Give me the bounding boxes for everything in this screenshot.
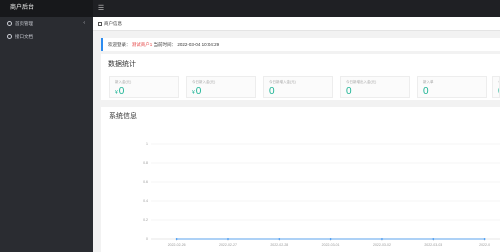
stat-card: 新入单 0 (417, 76, 487, 98)
sidebar-item-label: 首页管理 (15, 21, 33, 26)
data-point (175, 238, 178, 240)
stat-label: 新入金(元) (115, 80, 132, 84)
sidebar-item-label: 接口文档 (15, 34, 33, 39)
top-bar: 商户后台 ☰ (0, 0, 500, 17)
currency-symbol: ¥ (115, 90, 118, 96)
x-tick-label: 2022-03-03 (424, 243, 442, 247)
y-tick-label: 0.4 (143, 199, 148, 203)
data-point (227, 238, 229, 240)
stat-label: 新入单 (423, 80, 434, 84)
x-tick-label: 2022-02-27 (219, 243, 237, 247)
line-chart: 0 0.2 0.4 0.6 0.8 1 2022-02-26 2022-02-27 2022-0… (143, 142, 500, 247)
currency-symbol: ¥ (192, 90, 195, 96)
data-point (483, 238, 486, 240)
sidebar: 首页管理 ‹ 接口文档 (0, 17, 93, 252)
home-icon (7, 21, 12, 27)
stat-label: 今日新入金(元) (192, 80, 216, 84)
y-tick-label: 0.6 (143, 180, 148, 184)
stat-value: 0 (269, 86, 275, 97)
tab-bar: 商户信息 (93, 17, 500, 31)
data-point (432, 238, 435, 240)
welcome-prefix: 欢迎登录： (108, 42, 131, 47)
brand-title[interactable]: 商户后台 (0, 0, 93, 17)
home-icon (98, 21, 102, 26)
data-point (278, 238, 281, 240)
stat-value: 0 (195, 86, 202, 97)
stat-value: 0 (118, 86, 125, 97)
stat-value: 0 (346, 86, 352, 97)
x-tick-label: 2022-02-28 (270, 243, 288, 247)
y-tick-label: 0 (146, 237, 148, 241)
x-tick-label: 2022-0 (479, 243, 490, 247)
x-tick-label: 2022-03-01 (322, 243, 340, 247)
x-tick-label: 2022-02-26 (168, 243, 186, 247)
stats-panel: 数据统计 新入金(元) ¥0 今日新入金(元) ¥0 今日新增入金(元) 0 今… (101, 54, 500, 100)
stat-label: 今日新增入金(元) (269, 80, 296, 84)
stats-title: 数据统计 (108, 61, 136, 68)
current-time: 2022-03-04 10:04:29 (177, 42, 220, 47)
chart-panel: 系统信息 0 0.2 0.4 0.6 0.8 1 2022-02-26 2022-02-27 2… (101, 107, 500, 252)
stat-card: 今日新增出入金(元) 0 (340, 76, 410, 98)
x-tick-label: 2022-03-02 (373, 243, 391, 247)
time-label: 当前时间： (153, 42, 177, 47)
stat-card: 今日新增入金(元) 0 (263, 76, 333, 98)
y-tick-label: 1 (146, 142, 148, 146)
stat-value: 0 (423, 86, 429, 97)
stat-card: 新入金(元) ¥0 (109, 76, 179, 98)
data-point (381, 238, 383, 240)
tab-label: 商户信息 (104, 21, 122, 26)
menu-toggle-icon[interactable]: ☰ (96, 4, 106, 13)
stat-card: 今 0 (492, 76, 500, 98)
stat-label: 今日新增出入金(元) (346, 80, 377, 84)
data-point (329, 238, 332, 240)
stat-card: 今日新入金(元) ¥0 (186, 76, 256, 98)
chevron-left-icon: ‹ (83, 20, 85, 26)
sidebar-item-docs[interactable]: 接口文档 (0, 30, 93, 43)
y-tick-label: 0.2 (143, 218, 148, 222)
y-tick-label: 0.8 (143, 161, 148, 165)
tab-merchant-info[interactable]: 商户信息 (98, 17, 122, 31)
doc-icon (7, 34, 12, 40)
sidebar-item-home[interactable]: 首页管理 ‹ (0, 17, 93, 30)
welcome-banner: 欢迎登录： 测试商户1 当前时间： 2022-03-04 10:04:29 (101, 38, 500, 51)
merchant-name: 测试商户1 (131, 42, 153, 47)
